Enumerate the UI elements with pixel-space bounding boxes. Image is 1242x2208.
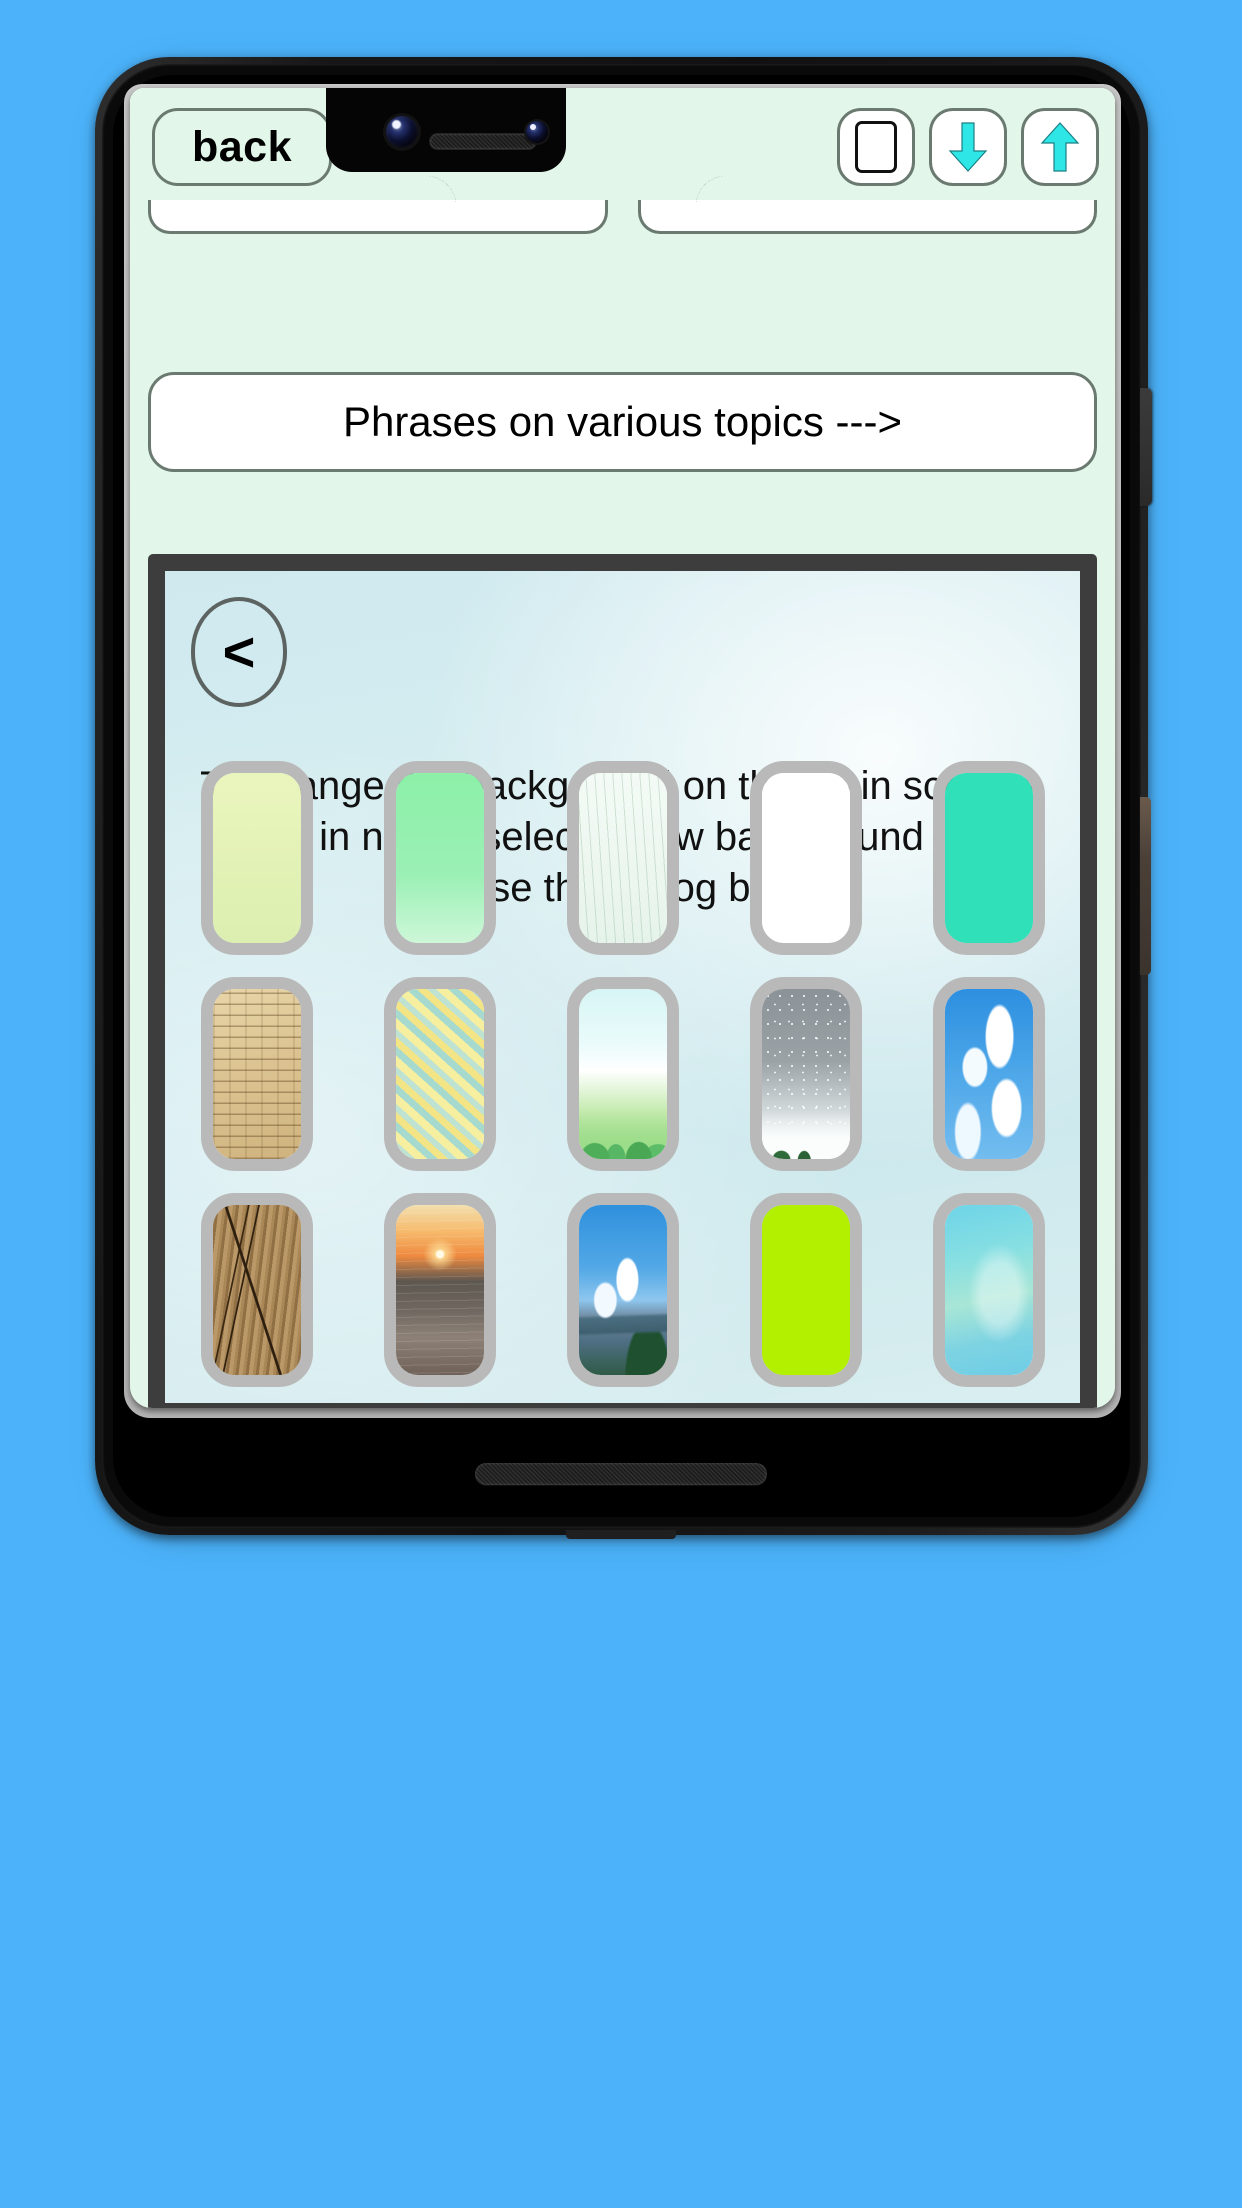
bg-yellow-brush-strokes-swatch bbox=[395, 989, 484, 1159]
bg-wood-grain-swatch bbox=[212, 1205, 301, 1375]
bg-winter-snow-scene-thumbnail[interactable] bbox=[749, 977, 862, 1171]
app-header: back bbox=[130, 88, 1115, 200]
bg-teal-bright-swatch bbox=[944, 773, 1033, 943]
bg-blue-sky-clouds-swatch bbox=[944, 989, 1033, 1159]
earpiece-speaker-icon bbox=[430, 134, 536, 149]
back-button-label: back bbox=[191, 122, 292, 171]
bg-lime-green-swatch bbox=[761, 1205, 850, 1375]
arrow-down-icon bbox=[948, 122, 988, 172]
background-thumbnail-grid bbox=[165, 761, 1080, 1403]
background-chooser-dialog: < To change the background on the main s… bbox=[148, 554, 1097, 1408]
bg-turquoise-watercolor-swatch bbox=[944, 1205, 1033, 1375]
bg-sunset-beach-thumbnail[interactable] bbox=[383, 1193, 496, 1387]
dialog-back-label: < bbox=[222, 620, 256, 683]
thumbnail-row-2 bbox=[165, 977, 1080, 1171]
bg-sunset-beach-swatch bbox=[395, 1205, 484, 1375]
front-camera-secondary-icon bbox=[526, 121, 548, 143]
bg-light-green-thumbnail[interactable] bbox=[200, 761, 313, 955]
bg-blue-sky-clouds-thumbnail[interactable] bbox=[932, 977, 1045, 1171]
partial-button-row bbox=[148, 196, 1097, 234]
bg-plain-white-swatch bbox=[761, 773, 850, 943]
power-button[interactable] bbox=[1140, 388, 1152, 506]
front-camera-main-icon bbox=[386, 116, 418, 148]
bg-mountain-sky-thumbnail[interactable] bbox=[566, 1193, 679, 1387]
bg-mountain-sky-swatch bbox=[578, 1205, 667, 1375]
bottom-bezel-notch bbox=[566, 1530, 676, 1539]
bg-green-gradient-thumbnail[interactable] bbox=[383, 761, 496, 955]
bg-lime-green-thumbnail[interactable] bbox=[749, 1193, 862, 1387]
bottom-speaker-grille bbox=[475, 1463, 767, 1485]
app-root: back Phrases on various topics ---> < ch… bbox=[130, 88, 1115, 1408]
phrases-button[interactable]: Phrases on various topics ---> bbox=[148, 372, 1097, 472]
header-actions bbox=[837, 108, 1099, 186]
bg-winter-snow-scene-swatch bbox=[761, 989, 850, 1159]
bg-forest-white-thumbnail[interactable] bbox=[566, 761, 679, 955]
bg-forest-white-swatch bbox=[578, 773, 667, 943]
bg-plain-white-thumbnail[interactable] bbox=[749, 761, 862, 955]
scroll-up-button[interactable] bbox=[1021, 108, 1099, 186]
bg-green-meadow-sky-thumbnail[interactable] bbox=[566, 977, 679, 1171]
dialog-content: < To change the background on the main s… bbox=[165, 571, 1080, 1403]
bg-green-meadow-sky-swatch bbox=[578, 989, 667, 1159]
bg-wood-grain-thumbnail[interactable] bbox=[200, 1193, 313, 1387]
phone-notch bbox=[326, 88, 566, 172]
note-button[interactable] bbox=[837, 108, 915, 186]
bg-yellow-brush-strokes-thumbnail[interactable] bbox=[383, 977, 496, 1171]
thumbnail-row-3 bbox=[165, 1193, 1080, 1387]
bg-old-music-sheet-swatch bbox=[212, 989, 301, 1159]
back-button[interactable]: back bbox=[152, 108, 332, 186]
bg-light-green-swatch bbox=[212, 773, 301, 943]
scroll-down-button[interactable] bbox=[929, 108, 1007, 186]
note-rectangle-icon bbox=[855, 121, 897, 173]
bg-turquoise-watercolor-thumbnail[interactable] bbox=[932, 1193, 1045, 1387]
arrow-up-icon bbox=[1040, 122, 1080, 172]
bg-old-music-sheet-thumbnail[interactable] bbox=[200, 977, 313, 1171]
volume-rocker-button[interactable] bbox=[1140, 797, 1151, 975]
dialog-back-button[interactable]: < bbox=[191, 597, 287, 707]
thumbnail-row-1 bbox=[165, 761, 1080, 955]
bg-green-gradient-swatch bbox=[395, 773, 484, 943]
phone-screen: back Phrases on various topics ---> < ch… bbox=[130, 88, 1115, 1408]
bg-teal-bright-thumbnail[interactable] bbox=[932, 761, 1045, 955]
partial-button-left[interactable] bbox=[148, 196, 608, 234]
phrases-button-label: Phrases on various topics ---> bbox=[342, 398, 903, 445]
